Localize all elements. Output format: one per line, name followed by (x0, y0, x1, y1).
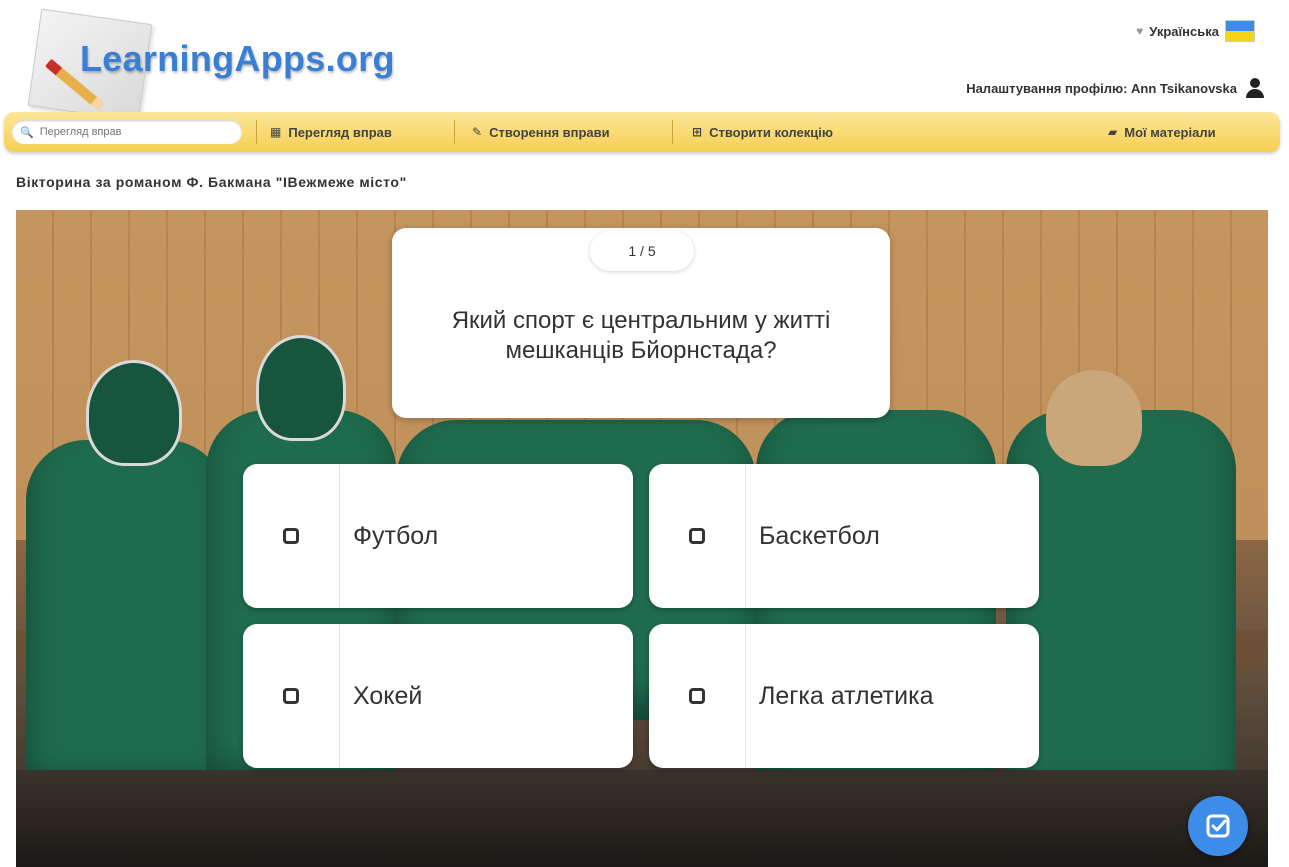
page-title: Вікторина за романом Ф. Бакмана "IВежмеж… (16, 174, 407, 190)
answer-label: Баскетбол (759, 521, 880, 550)
answer-option[interactable]: Баскетбол (649, 464, 1039, 608)
background-helmet (86, 360, 182, 466)
nav-divider (256, 120, 257, 144)
check-answers-button[interactable] (1188, 796, 1248, 856)
checkbox-icon[interactable] (283, 528, 299, 544)
answer-label: Футбол (353, 521, 439, 550)
check-icon (1206, 814, 1230, 838)
question-text: Який спорт є центральним у житті мешканц… (451, 307, 831, 364)
answer-option[interactable]: Хокей (243, 624, 633, 768)
checkbox-icon[interactable] (689, 528, 705, 544)
answer-checkbox-area (649, 464, 746, 608)
nav-browse-apps[interactable]: ▦ Перегляд вправ (270, 112, 392, 152)
profile-settings-link[interactable]: Налаштування профілю: Ann Tsikanovska (966, 78, 1265, 98)
grid-icon: ▦ (270, 125, 282, 139)
search-input[interactable] (37, 125, 232, 139)
background-player-head (1046, 370, 1142, 466)
nav-my-materials-label: Мої матеріали (1124, 124, 1216, 140)
nav-my-materials[interactable]: ▰ Мої матеріали (1108, 112, 1216, 152)
nav-create-collection-label: Створити колекцію (709, 124, 833, 140)
question-card: 1 / 5 Який спорт є центральним у житті м… (392, 228, 890, 418)
background-player (26, 440, 226, 800)
nav-divider (454, 120, 455, 144)
language-selector[interactable]: ♥ Українська (1136, 20, 1255, 42)
question-counter: 1 / 5 (590, 231, 694, 271)
answer-label: Легка атлетика (759, 681, 934, 710)
user-icon (1245, 78, 1265, 98)
collection-icon: ⊞ (692, 125, 703, 139)
background-player (1006, 410, 1236, 810)
search-icon: 🔍 (20, 126, 34, 139)
pencil-icon: ✎ (472, 125, 483, 139)
nav-bar: 🔍 ▦ Перегляд вправ ✎ Створення вправи ⊞ … (4, 112, 1280, 152)
header: LearningApps.org ♥ Українська Налаштуван… (0, 0, 1289, 122)
ukraine-flag-icon (1225, 20, 1255, 42)
folder-icon: ▰ (1108, 125, 1118, 139)
answer-option[interactable]: Футбол (243, 464, 633, 608)
answer-checkbox-area (243, 464, 340, 608)
heart-icon: ♥ (1136, 24, 1144, 38)
search-box[interactable]: 🔍 (12, 120, 242, 144)
language-label: Українська (1149, 23, 1219, 39)
answer-label: Хокей (353, 681, 423, 710)
answer-checkbox-area (243, 624, 340, 768)
nav-divider (672, 120, 673, 144)
logo-text[interactable]: LearningApps.org (80, 38, 395, 80)
nav-browse-apps-label: Перегляд вправ (288, 124, 392, 140)
answer-checkbox-area (649, 624, 746, 768)
background-helmet (256, 335, 346, 441)
nav-create-app-label: Створення вправи (489, 124, 610, 140)
quiz-stage: 1 / 5 Який спорт є центральним у житті м… (16, 210, 1268, 867)
nav-create-collection[interactable]: ⊞ Створити колекцію (692, 112, 833, 152)
profile-label: Налаштування профілю: Ann Tsikanovska (966, 80, 1237, 96)
background-floor (16, 770, 1268, 867)
nav-create-app[interactable]: ✎ Створення вправи (472, 112, 610, 152)
checkbox-icon[interactable] (689, 688, 705, 704)
checkbox-icon[interactable] (283, 688, 299, 704)
answer-option[interactable]: Легка атлетика (649, 624, 1039, 768)
